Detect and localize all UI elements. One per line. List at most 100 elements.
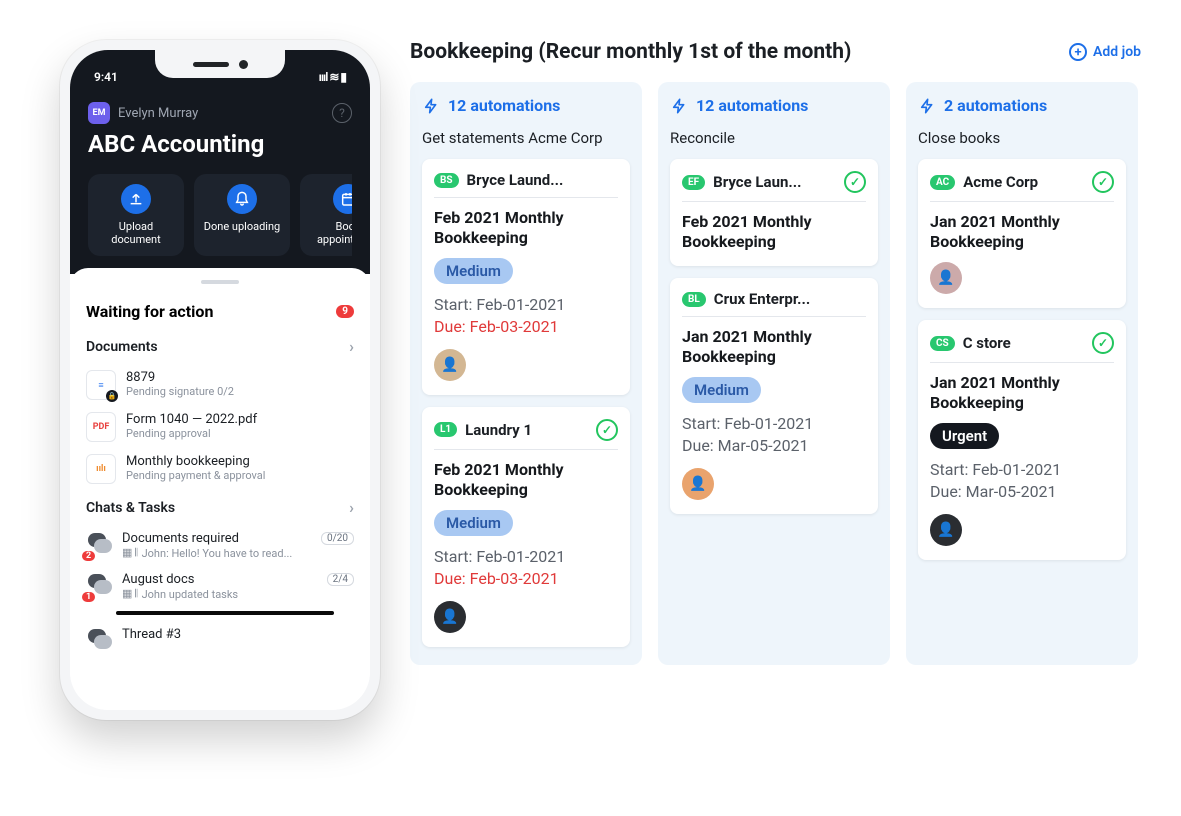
- check-circle-icon: ✓: [1092, 171, 1114, 193]
- chat-preview: ▦ 𝄃John: Hello! You have to read...: [122, 546, 354, 560]
- chats-header[interactable]: Chats & Tasks ›: [86, 490, 354, 525]
- card-dates: Start: Feb-01-2021Due: Mar-05-2021: [682, 413, 866, 458]
- chat-icon: [86, 627, 112, 653]
- card-title: Jan 2021 Monthly Bookkeeping: [682, 327, 866, 367]
- assignee-avatar[interactable]: 👤: [434, 601, 466, 633]
- add-job-button[interactable]: + Add job: [1069, 43, 1141, 61]
- column-subtitle: Reconcile: [670, 129, 878, 147]
- chat-title: August docs: [122, 572, 195, 587]
- card-title: Feb 2021 Monthly Bookkeeping: [682, 212, 866, 252]
- card-dates: Start: Feb-01-2021Due: Mar-05-2021: [930, 459, 1114, 504]
- status-icons: ıııl ≋ ▮: [319, 70, 346, 84]
- document-title: Form 1040 — 2022.pdf: [126, 412, 354, 427]
- chat-icon: 1: [86, 572, 112, 598]
- filetype-icon: ≡🔒: [86, 370, 116, 400]
- filetype-icon: ıılı: [86, 454, 116, 484]
- client-tag: L1: [434, 422, 457, 437]
- bolt-icon: [670, 97, 688, 115]
- chat-title: Documents required: [122, 531, 239, 546]
- column-subtitle: Close books: [918, 129, 1126, 147]
- client-name: Crux Enterpr...: [714, 290, 866, 308]
- action-icon: [227, 184, 257, 214]
- client-name: Laundry 1: [465, 421, 588, 439]
- automations-link[interactable]: 2 automations: [918, 96, 1126, 115]
- document-row[interactable]: ≡🔒 8879 Pending signature 0/2: [86, 364, 354, 406]
- assignee-avatar[interactable]: 👤: [930, 514, 962, 546]
- bottom-sheet: Waiting for action 9 Documents › ≡🔒 8879…: [70, 268, 370, 710]
- automations-link[interactable]: 12 automations: [422, 96, 630, 115]
- chevron-right-icon: ›: [349, 337, 354, 356]
- chat-row[interactable]: 2 Documents required 0/20 ▦ 𝄃John: Hello…: [86, 525, 354, 566]
- action-icon: [121, 184, 151, 214]
- document-meta: Pending payment & approval: [126, 469, 354, 482]
- client-name: Bryce Laun...: [713, 173, 836, 191]
- plus-circle-icon: +: [1069, 43, 1087, 61]
- document-title: 8879: [126, 370, 354, 385]
- card-title: Jan 2021 Monthly Bookkeeping: [930, 373, 1114, 413]
- phone-mockup: 9:41 ıııl ≋ ▮ EM Evelyn Murray ? ABC Acc…: [60, 40, 380, 720]
- action-2[interactable]: Book appointment: [300, 174, 352, 256]
- chat-count: 2/4: [327, 573, 354, 586]
- document-meta: Pending signature 0/2: [126, 385, 354, 398]
- document-row[interactable]: ıılı Monthly bookkeeping Pending payment…: [86, 448, 354, 490]
- chat-row[interactable]: Thread #3: [86, 621, 354, 659]
- client-tag: BS: [434, 173, 459, 188]
- client-tag: BL: [682, 292, 706, 307]
- automations-link[interactable]: 12 automations: [670, 96, 878, 115]
- assignee-avatar[interactable]: 👤: [434, 349, 466, 381]
- client-tag: AC: [930, 175, 955, 190]
- job-card[interactable]: BL Crux Enterpr... Jan 2021 Monthly Book…: [670, 278, 878, 514]
- chat-preview: ▦ 𝄃John updated tasks: [122, 587, 354, 601]
- job-card[interactable]: BS Bryce Laund... Feb 2021 Monthly Bookk…: [422, 159, 630, 395]
- client-name: Acme Corp: [963, 173, 1084, 191]
- job-card[interactable]: L1 Laundry 1 ✓ Feb 2021 Monthly Bookkeep…: [422, 407, 630, 647]
- job-card[interactable]: EF Bryce Laun... ✓ Feb 2021 Monthly Book…: [670, 159, 878, 266]
- board-title: Bookkeeping (Recur monthly 1st of the mo…: [410, 40, 851, 64]
- client-tag: CS: [930, 336, 955, 351]
- action-icon: [333, 184, 352, 214]
- company-title: ABC Accounting: [88, 130, 352, 158]
- chat-title: Thread #3: [122, 627, 181, 642]
- board-column: 12 automations Reconcile EF Bryce Laun..…: [658, 82, 890, 665]
- job-card[interactable]: CS C store ✓ Jan 2021 Monthly Bookkeepin…: [918, 320, 1126, 560]
- chat-icon: 2: [86, 531, 112, 557]
- assignee-avatar[interactable]: 👤: [930, 262, 962, 294]
- board-column: 12 automations Get statements Acme Corp …: [410, 82, 642, 665]
- assignee-avatar[interactable]: 👤: [682, 468, 714, 500]
- filetype-icon: PDF: [86, 412, 116, 442]
- card-title: Jan 2021 Monthly Bookkeeping: [930, 212, 1114, 252]
- action-0[interactable]: Upload document: [88, 174, 184, 256]
- documents-header[interactable]: Documents ›: [86, 329, 354, 364]
- card-title: Feb 2021 Monthly Bookkeeping: [434, 460, 618, 500]
- user-name: Evelyn Murray: [118, 106, 198, 121]
- status-time: 9:41: [94, 70, 118, 84]
- bolt-icon: [918, 97, 936, 115]
- card-dates: Start: Feb-01-2021Due: Feb-03-2021: [434, 546, 618, 591]
- drag-handle[interactable]: [201, 280, 239, 284]
- priority-pill: Medium: [434, 258, 513, 284]
- check-circle-icon: ✓: [1092, 332, 1114, 354]
- action-1[interactable]: Done uploading: [194, 174, 290, 256]
- document-meta: Pending approval: [126, 427, 354, 440]
- phone-header: 9:41 ıııl ≋ ▮ EM Evelyn Murray ? ABC Acc…: [70, 50, 370, 274]
- card-title: Feb 2021 Monthly Bookkeeping: [434, 208, 618, 248]
- waiting-heading: Waiting for action: [86, 302, 213, 321]
- bolt-icon: [422, 97, 440, 115]
- waiting-count: 9: [336, 305, 354, 318]
- help-icon[interactable]: ?: [332, 103, 352, 123]
- priority-pill: Urgent: [930, 423, 999, 449]
- priority-pill: Medium: [682, 377, 761, 403]
- document-title: Monthly bookkeeping: [126, 454, 354, 469]
- chevron-right-icon: ›: [349, 498, 354, 517]
- client-name: Bryce Laund...: [467, 171, 618, 189]
- priority-pill: Medium: [434, 510, 513, 536]
- document-row[interactable]: PDF Form 1040 — 2022.pdf Pending approva…: [86, 406, 354, 448]
- job-card[interactable]: AC Acme Corp ✓ Jan 2021 Monthly Bookkeep…: [918, 159, 1126, 308]
- column-subtitle: Get statements Acme Corp: [422, 129, 630, 147]
- divider: [116, 611, 334, 615]
- board-column: 2 automations Close books AC Acme Corp ✓…: [906, 82, 1138, 665]
- user-avatar[interactable]: EM: [88, 102, 110, 124]
- chat-row[interactable]: 1 August docs 2/4 ▦ 𝄃John updated tasks: [86, 566, 354, 607]
- check-circle-icon: ✓: [844, 171, 866, 193]
- client-tag: EF: [682, 175, 705, 190]
